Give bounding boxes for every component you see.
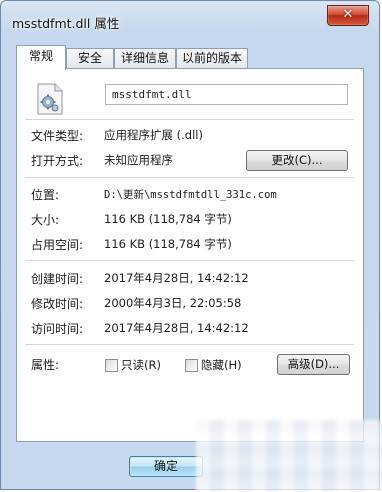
file-type-label: 文件类型: xyxy=(31,129,84,143)
pixelated-overlay xyxy=(196,420,382,492)
close-icon: ✕ xyxy=(342,7,354,22)
opens-with-value: 未知应用程序 xyxy=(104,153,173,167)
created-value: 2017年4月28日, 14:42:12 xyxy=(104,271,249,285)
divider xyxy=(25,260,354,262)
window-title: msstdfmt.dll 属性 xyxy=(12,16,120,31)
size-label: 大小: xyxy=(31,213,60,227)
tab-security[interactable]: 安全 xyxy=(66,48,114,68)
readonly-checkbox[interactable] xyxy=(105,359,118,372)
size-value: 116 KB (118,784 字节) xyxy=(104,212,232,226)
ok-button[interactable]: 确定 xyxy=(129,456,203,477)
divider xyxy=(25,344,354,346)
title-bar[interactable]: msstdfmt.dll 属性 ✕ xyxy=(1,1,379,35)
close-button[interactable]: ✕ xyxy=(327,5,369,26)
created-label: 创建时间: xyxy=(31,272,84,286)
tab-general[interactable]: 常规 xyxy=(16,45,66,70)
tab-details[interactable]: 详细信息 xyxy=(114,48,176,68)
opens-with-label: 打开方式: xyxy=(31,154,84,168)
accessed-label: 访问时间: xyxy=(31,322,84,336)
size-on-disk-label: 占用空间: xyxy=(31,238,84,252)
location-value: D:\更新\msstdfmtdll_331c.com xyxy=(104,189,277,201)
modified-value: 2000年4月3日, 22:05:58 xyxy=(104,296,242,310)
divider xyxy=(25,177,354,179)
dll-file-icon xyxy=(37,83,63,115)
file-type-value: 应用程序扩展 (.dll) xyxy=(104,128,203,142)
general-panel: msstdfmt.dll 文件类型: 应用程序扩展 (.dll) 打开方式: 未… xyxy=(16,68,364,442)
change-button[interactable]: 更改(C)... xyxy=(246,150,348,171)
location-label: 位置: xyxy=(31,188,60,202)
attributes-label: 属性: xyxy=(31,358,60,372)
divider xyxy=(25,119,354,121)
advanced-button[interactable]: 高级(D)... xyxy=(277,354,350,375)
accessed-value: 2017年4月28日, 14:42:12 xyxy=(104,321,249,335)
readonly-label[interactable]: 只读(R) xyxy=(121,357,161,373)
properties-window: msstdfmt.dll 属性 ✕ 常规 安全 详细信息 以前的版本 msstd… xyxy=(0,0,380,490)
hidden-label[interactable]: 隐藏(H) xyxy=(201,357,242,373)
file-name-field[interactable]: msstdfmt.dll xyxy=(105,84,348,105)
tab-previous-versions[interactable]: 以前的版本 xyxy=(176,48,248,68)
modified-label: 修改时间: xyxy=(31,297,84,311)
size-on-disk-value: 116 KB (118,784 字节) xyxy=(104,237,232,251)
hidden-checkbox[interactable] xyxy=(185,359,198,372)
